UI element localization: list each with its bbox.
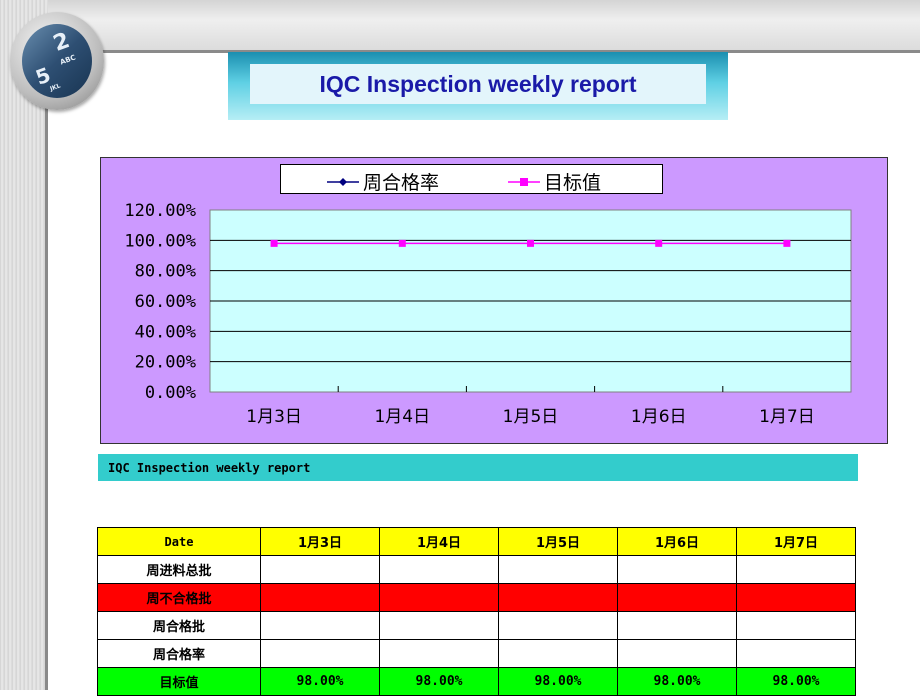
table-cell: 98.00% — [617, 667, 737, 696]
legend-label: 目标值 — [544, 172, 602, 194]
table-cell — [379, 611, 499, 640]
x-tick-label: 1月3日 — [246, 407, 302, 427]
table-row: 周合格批 — [97, 611, 856, 640]
x-tick-label: 1月6日 — [631, 407, 687, 427]
table-cell — [617, 583, 737, 612]
y-tick-label: 60.00% — [135, 292, 196, 312]
data-point-square — [655, 239, 663, 247]
legend-label: 周合格率 — [363, 172, 440, 194]
table-cell — [617, 639, 737, 668]
table-row: 目标值 98.00% 98.00% 98.00% 98.00% 98.00% — [97, 667, 856, 696]
table-cell — [260, 555, 380, 584]
data-table: Date 1月3日 1月4日 1月5日 1月6日 1月7日 周进料总批 周不合格… — [97, 527, 856, 696]
table-cell — [617, 555, 737, 584]
row-label: 周合格率 — [97, 639, 261, 668]
table-cell — [736, 555, 856, 584]
data-point-square — [527, 239, 534, 247]
y-tick-label: 100.00% — [124, 231, 196, 251]
table-cell: 98.00% — [498, 667, 618, 696]
row-label: 目标值 — [97, 667, 261, 696]
legend-item-weekly-pass-rate: 周合格率 — [325, 168, 439, 195]
table-cell — [498, 639, 618, 668]
table-cell — [379, 555, 499, 584]
section-title-bar: IQC Inspection weekly report — [98, 454, 858, 481]
data-point-square — [398, 239, 406, 247]
table-cell: 98.00% — [379, 667, 499, 696]
row-label: 周合格批 — [97, 611, 261, 640]
y-tick-label: 0.00% — [145, 383, 196, 403]
table-row: 周合格率 — [97, 639, 856, 668]
legend-item-target: 目标值 — [506, 168, 601, 195]
table-cell — [260, 583, 380, 612]
x-tick-label: 1月5日 — [503, 407, 559, 427]
y-tick-label: 40.00% — [135, 322, 196, 342]
row-label: 周进料总批 — [97, 555, 261, 584]
table-cell — [379, 639, 499, 668]
table-header-cell: 1月5日 — [498, 527, 618, 556]
table-cell — [736, 611, 856, 640]
table-header-cell: 1月7日 — [736, 527, 856, 556]
table-row: 周不合格批 — [97, 583, 856, 612]
y-tick-label: 120.00% — [124, 201, 196, 221]
table-header-cell: Date — [97, 527, 261, 556]
table-cell — [379, 583, 499, 612]
table-cell: 98.00% — [736, 667, 856, 696]
legend-diamond-marker-icon — [327, 177, 359, 186]
table-header-cell: 1月4日 — [379, 527, 499, 556]
data-point-square — [783, 239, 791, 247]
table-cell — [498, 555, 618, 584]
x-tick-label: 1月7日 — [759, 407, 815, 427]
table-cell — [498, 583, 618, 612]
table-cell — [736, 639, 856, 668]
table-header-cell: 1月6日 — [617, 527, 737, 556]
data-point-square — [270, 239, 278, 247]
section-title: IQC Inspection weekly report — [108, 460, 311, 475]
legend-square-marker-icon — [508, 177, 540, 186]
table-cell — [498, 611, 618, 640]
table-row: 周进料总批 — [97, 555, 856, 584]
table-cell — [260, 639, 380, 668]
table-cell: 98.00% — [260, 667, 380, 696]
table-cell — [617, 611, 737, 640]
x-tick-label: 1月4日 — [374, 407, 430, 427]
y-tick-label: 20.00% — [135, 353, 196, 373]
chart-legend: 周合格率 目标值 — [280, 164, 663, 194]
table-header-cell: 1月3日 — [260, 527, 380, 556]
row-label: 周不合格批 — [97, 583, 261, 612]
table-cell — [260, 611, 380, 640]
y-tick-label: 80.00% — [135, 262, 196, 282]
table-cell — [736, 583, 856, 612]
table-header-row: Date 1月3日 1月4日 1月5日 1月6日 1月7日 — [97, 527, 856, 556]
